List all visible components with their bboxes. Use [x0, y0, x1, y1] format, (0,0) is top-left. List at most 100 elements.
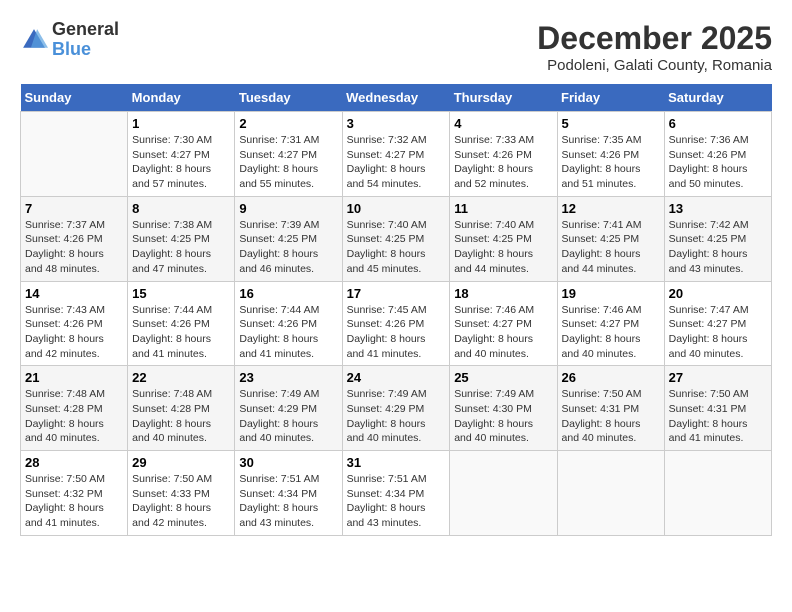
calendar-cell: 5Sunrise: 7:35 AM Sunset: 4:26 PM Daylig… [557, 112, 664, 197]
calendar-cell: 20 Sunrise: 7:47 AM Sunset: 4:27 PM Dayli… [664, 281, 771, 366]
calendar-cell [450, 451, 557, 536]
day-number: 13 [669, 201, 767, 216]
day-info: Sunrise: 7:30 AM Sunset: 4:27 PM Dayligh… [132, 133, 230, 192]
page-header: General Blue December 2025 Podoleni, Gal… [20, 20, 772, 74]
weekday-header-sunday: Sunday [21, 84, 128, 112]
day-info: Sunrise: 7:37 AM Sunset: 4:26 PM Dayligh… [25, 218, 123, 277]
calendar-cell: 22Sunrise: 7:48 AM Sunset: 4:28 PM Dayli… [128, 366, 235, 451]
calendar-cell: 25Sunrise: 7:49 AM Sunset: 4:30 PM Dayli… [450, 366, 557, 451]
day-info: Sunrise: 7:49 AM Sunset: 4:29 PM Dayligh… [347, 387, 446, 446]
day-info: Sunrise: 7:36 AM Sunset: 4:26 PM Dayligh… [669, 133, 767, 192]
day-info: Sunrise: 7:46 AM Sunset: 4:27 PM Dayligh… [454, 303, 552, 362]
calendar-cell: 2Sunrise: 7:31 AM Sunset: 4:27 PM Daylig… [235, 112, 342, 197]
day-number: 1 [132, 116, 230, 131]
day-info: Sunrise: 7:40 AM Sunset: 4:25 PM Dayligh… [454, 218, 552, 277]
day-number: 14 [25, 286, 123, 301]
day-number: 6 [669, 116, 767, 131]
generalblue-logo-icon [20, 26, 48, 54]
day-number: 16 [239, 286, 337, 301]
day-number: 23 [239, 370, 337, 385]
day-info: Sunrise: 7:40 AM Sunset: 4:25 PM Dayligh… [347, 218, 446, 277]
calendar-cell: 14 Sunrise: 7:43 AM Sunset: 4:26 PM Dayli… [21, 281, 128, 366]
day-info: Sunrise: 7:50 AM Sunset: 4:31 PM Dayligh… [562, 387, 660, 446]
calendar-cell: 11 Sunrise: 7:40 AM Sunset: 4:25 PM Dayli… [450, 196, 557, 281]
calendar-cell: 13 Sunrise: 7:42 AM Sunset: 4:25 PM Dayli… [664, 196, 771, 281]
day-number: 29 [132, 455, 230, 470]
day-number: 4 [454, 116, 552, 131]
day-info: Sunrise: 7:51 AM Sunset: 4:34 PM Dayligh… [239, 472, 337, 531]
calendar-cell: 16 Sunrise: 7:44 AM Sunset: 4:26 PM Dayli… [235, 281, 342, 366]
day-info: Sunrise: 7:42 AM Sunset: 4:25 PM Dayligh… [669, 218, 767, 277]
day-number: 24 [347, 370, 446, 385]
calendar-cell: 6 Sunrise: 7:36 AM Sunset: 4:26 PM Daylig… [664, 112, 771, 197]
day-info: Sunrise: 7:47 AM Sunset: 4:27 PM Dayligh… [669, 303, 767, 362]
calendar-cell: 10 Sunrise: 7:40 AM Sunset: 4:25 PM Dayli… [342, 196, 450, 281]
day-info: Sunrise: 7:39 AM Sunset: 4:25 PM Dayligh… [239, 218, 337, 277]
day-info: Sunrise: 7:50 AM Sunset: 4:31 PM Dayligh… [669, 387, 767, 446]
calendar-week-3: 14 Sunrise: 7:43 AM Sunset: 4:26 PM Dayli… [21, 281, 772, 366]
day-info: Sunrise: 7:50 AM Sunset: 4:32 PM Dayligh… [25, 472, 123, 531]
calendar-cell: 24 Sunrise: 7:49 AM Sunset: 4:29 PM Dayli… [342, 366, 450, 451]
calendar-cell: 3 Sunrise: 7:32 AM Sunset: 4:27 PM Daylig… [342, 112, 450, 197]
day-number: 3 [347, 116, 446, 131]
weekday-header-monday: Monday [128, 84, 235, 112]
weekday-header-row: SundayMondayTuesdayWednesdayThursdayFrid… [21, 84, 772, 112]
calendar-cell [21, 112, 128, 197]
calendar-cell [664, 451, 771, 536]
day-number: 27 [669, 370, 767, 385]
day-number: 21 [25, 370, 123, 385]
day-info: Sunrise: 7:33 AM Sunset: 4:26 PM Dayligh… [454, 133, 552, 192]
weekday-header-tuesday: Tuesday [235, 84, 342, 112]
weekday-header-friday: Friday [557, 84, 664, 112]
day-info: Sunrise: 7:43 AM Sunset: 4:26 PM Dayligh… [25, 303, 123, 362]
day-info: Sunrise: 7:45 AM Sunset: 4:26 PM Dayligh… [347, 303, 446, 362]
weekday-header-thursday: Thursday [450, 84, 557, 112]
calendar-cell [557, 451, 664, 536]
day-number: 26 [562, 370, 660, 385]
day-number: 18 [454, 286, 552, 301]
day-number: 25 [454, 370, 552, 385]
location-title: Podoleni, Galati County, Romania [537, 57, 772, 74]
calendar-week-1: 1 Sunrise: 7:30 AM Sunset: 4:27 PM Daylig… [21, 112, 772, 197]
title-block: December 2025 Podoleni, Galati County, R… [537, 20, 772, 74]
day-info: Sunrise: 7:32 AM Sunset: 4:27 PM Dayligh… [347, 133, 446, 192]
calendar-cell: 12 Sunrise: 7:41 AM Sunset: 4:25 PM Dayli… [557, 196, 664, 281]
day-info: Sunrise: 7:49 AM Sunset: 4:29 PM Dayligh… [239, 387, 337, 446]
calendar-cell: 21 Sunrise: 7:48 AM Sunset: 4:28 PM Dayli… [21, 366, 128, 451]
day-number: 31 [347, 455, 446, 470]
day-number: 28 [25, 455, 123, 470]
day-number: 30 [239, 455, 337, 470]
calendar-cell: 31Sunrise: 7:51 AM Sunset: 4:34 PM Dayli… [342, 451, 450, 536]
calendar-cell: 15 Sunrise: 7:44 AM Sunset: 4:26 PM Dayli… [128, 281, 235, 366]
day-number: 22 [132, 370, 230, 385]
logo-text-blue: Blue [52, 39, 91, 59]
calendar-cell: 8Sunrise: 7:38 AM Sunset: 4:25 PM Daylig… [128, 196, 235, 281]
weekday-header-wednesday: Wednesday [342, 84, 450, 112]
day-number: 20 [669, 286, 767, 301]
day-info: Sunrise: 7:31 AM Sunset: 4:27 PM Dayligh… [239, 133, 337, 192]
day-info: Sunrise: 7:41 AM Sunset: 4:25 PM Dayligh… [562, 218, 660, 277]
calendar-cell: 29 Sunrise: 7:50 AM Sunset: 4:33 PM Dayli… [128, 451, 235, 536]
calendar-cell: 7Sunrise: 7:37 AM Sunset: 4:26 PM Daylig… [21, 196, 128, 281]
calendar-cell: 30 Sunrise: 7:51 AM Sunset: 4:34 PM Dayli… [235, 451, 342, 536]
calendar-week-4: 21 Sunrise: 7:48 AM Sunset: 4:28 PM Dayli… [21, 366, 772, 451]
calendar-cell: 17Sunrise: 7:45 AM Sunset: 4:26 PM Dayli… [342, 281, 450, 366]
weekday-header-saturday: Saturday [664, 84, 771, 112]
day-number: 19 [562, 286, 660, 301]
calendar-body: 1 Sunrise: 7:30 AM Sunset: 4:27 PM Daylig… [21, 112, 772, 536]
day-info: Sunrise: 7:50 AM Sunset: 4:33 PM Dayligh… [132, 472, 230, 531]
day-info: Sunrise: 7:44 AM Sunset: 4:26 PM Dayligh… [239, 303, 337, 362]
day-number: 15 [132, 286, 230, 301]
logo: General Blue [20, 20, 119, 60]
calendar-cell: 28 Sunrise: 7:50 AM Sunset: 4:32 PM Dayli… [21, 451, 128, 536]
day-info: Sunrise: 7:44 AM Sunset: 4:26 PM Dayligh… [132, 303, 230, 362]
calendar-table: SundayMondayTuesdayWednesdayThursdayFrid… [20, 84, 772, 536]
calendar-cell: 9 Sunrise: 7:39 AM Sunset: 4:25 PM Daylig… [235, 196, 342, 281]
day-number: 5 [562, 116, 660, 131]
day-number: 9 [239, 201, 337, 216]
day-info: Sunrise: 7:46 AM Sunset: 4:27 PM Dayligh… [562, 303, 660, 362]
day-info: Sunrise: 7:48 AM Sunset: 4:28 PM Dayligh… [25, 387, 123, 446]
day-number: 11 [454, 201, 552, 216]
day-number: 12 [562, 201, 660, 216]
day-number: 10 [347, 201, 446, 216]
